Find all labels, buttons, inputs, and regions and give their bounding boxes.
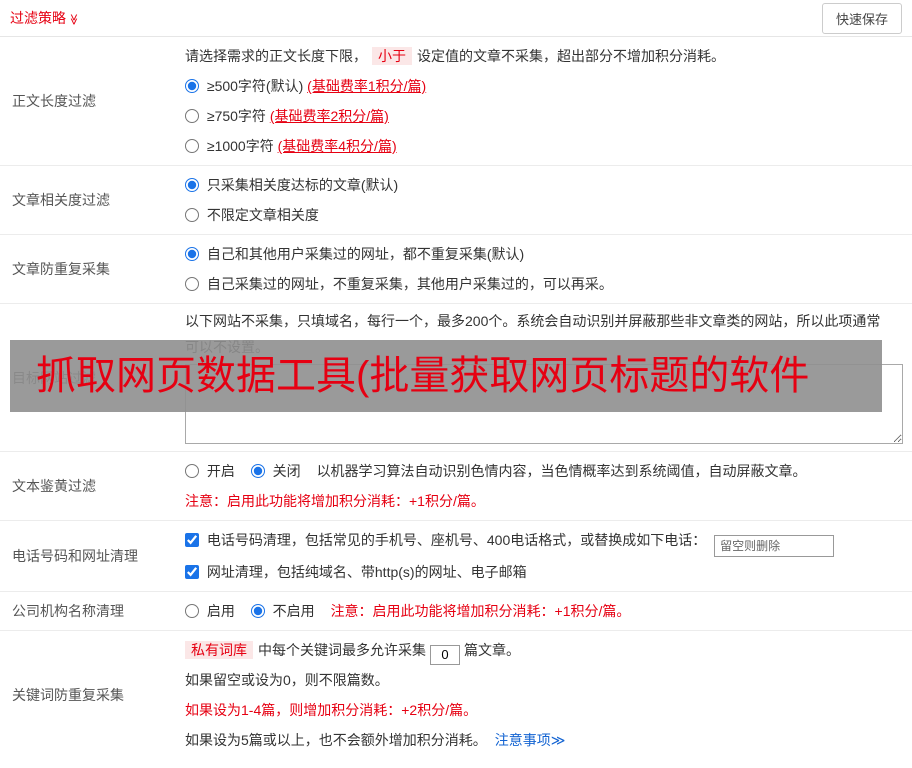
row-content-length-filter: 正文长度过滤 请选择需求的正文长度下限， 小于 设定值的文章不采集，超出部分不增加积… <box>0 37 912 166</box>
max-articles-input[interactable] <box>430 644 460 665</box>
row-label-company-cleanup: 公司机构名称清理 <box>12 603 124 619</box>
keyword-limit-line2: 如果留空或设为0，则不限篇数。 <box>185 672 389 688</box>
row-phone-url-cleanup: 电话号码和网址清理 电话号码清理，包括常见的手机号、座机号、400电话格式，或替… <box>0 521 912 592</box>
watermark-overlay: 抓取网页数据工具(批量获取网页标题的软件 <box>10 340 882 412</box>
checkbox-phone-cleanup-label: 电话号码清理，包括常见的手机号、座机号、400电话格式，或替换成如下电话： <box>206 532 707 548</box>
keyword-limit-post-text: 篇文章。 <box>464 642 520 658</box>
radio-option-dedup-all-users[interactable]: 自己和其他用户采集过的网址，都不重复采集(默认) <box>185 239 904 269</box>
row-label-relevance: 文章相关度过滤 <box>12 192 110 208</box>
porn-filter-description: 以机器学习算法自动识别色情内容，当色情概率达到系统阈值，自动屏蔽文章。 <box>316 463 807 479</box>
checkbox-option-url-cleanup[interactable]: 网址清理，包括纯域名、带http(s)的网址、电子邮箱 <box>185 557 904 587</box>
radio-company-off-label: 不启用 <box>272 603 315 619</box>
row-label-keyword-limit: 关键词防重复采集 <box>12 687 124 703</box>
radio-dedup-self-only-label: 自己采集过的网址，不重复采集，其他用户采集过的，可以再采。 <box>206 276 613 292</box>
radio-1000-fee-note: (基础费率4积分/篇) <box>277 138 397 154</box>
radio-750-chars[interactable] <box>185 109 199 123</box>
row-company-cleanup: 公司机构名称清理 启用 不启用 注意：启用此功能将增加积分消耗：+1积分/篇。 <box>0 592 912 631</box>
page-title-text: 过滤策略 <box>10 10 66 26</box>
radio-dedup-all-users[interactable] <box>185 247 199 261</box>
keyword-limit-line3: 如果设为1-4篇，则增加积分消耗：+2积分/篇。 <box>185 702 478 718</box>
radio-relevance-any-label: 不限定文章相关度 <box>206 207 319 223</box>
radio-porn-on[interactable] <box>185 464 199 478</box>
checkbox-url-cleanup-label: 网址清理，包括纯域名、带http(s)的网址、电子邮箱 <box>206 564 527 580</box>
radio-750-fee-note: (基础费率2积分/篇) <box>269 108 389 124</box>
radio-750-label: ≥750字符 <box>206 108 270 124</box>
row-label-dedup: 文章防重复采集 <box>12 261 110 277</box>
chevron-down-icon: ≫ <box>67 13 80 26</box>
content-length-intro: 请选择需求的正文长度下限， 小于 设定值的文章不采集，超出部分不增加积分消耗。 <box>185 41 904 71</box>
radio-dedup-all-users-label: 自己和其他用户采集过的网址，都不重复采集(默认) <box>206 246 525 262</box>
radio-option-500-chars[interactable]: ≥500字符(默认) (基础费率1积分/篇) <box>185 71 904 101</box>
checkbox-option-phone-cleanup[interactable]: 电话号码清理，包括常见的手机号、座机号、400电话格式，或替换成如下电话： <box>185 525 904 557</box>
radio-option-relevance-strict[interactable]: 只采集相关度达标的文章(默认) <box>185 170 904 200</box>
porn-filter-cost-note: 注意：启用此功能将增加积分消耗：+1积分/篇。 <box>185 493 485 509</box>
radio-porn-off-label: 关闭 <box>272 463 301 479</box>
radio-porn-off[interactable] <box>250 464 265 478</box>
intro-post-text: 设定值的文章不采集，超出部分不增加积分消耗。 <box>417 48 725 64</box>
radio-relevance-strict[interactable] <box>185 178 199 192</box>
row-label-porn-filter: 文本鉴黄过滤 <box>12 478 96 494</box>
row-porn-filter: 文本鉴黄过滤 开启 关闭 以机器学习算法自动识别色情内容，当色情概率达到系统阈值… <box>0 452 912 521</box>
row-keyword-limit: 关键词防重复采集 私有词库中每个关键词最多允许采集 篇文章。 如果留空或设为0，则… <box>0 631 912 759</box>
radio-company-on[interactable] <box>185 604 199 618</box>
keyword-limit-line1: 私有词库中每个关键词最多允许采集 篇文章。 <box>185 635 904 665</box>
radio-1000-label: ≥1000字符 <box>206 138 278 154</box>
radio-option-relevance-any[interactable]: 不限定文章相关度 <box>185 200 904 230</box>
private-thesaurus-tag: 私有词库 <box>185 641 253 659</box>
less-than-highlight: 小于 <box>372 47 412 65</box>
radio-relevance-strict-label: 只采集相关度达标的文章(默认) <box>206 177 399 193</box>
checkbox-phone-cleanup[interactable] <box>185 533 199 547</box>
quick-save-button[interactable]: 快速保存 <box>821 2 902 34</box>
header: 过滤策略≫ 快速保存 <box>0 0 912 37</box>
replacement-phone-input[interactable] <box>714 535 835 557</box>
radio-option-company-on[interactable]: 启用 <box>185 603 239 619</box>
keyword-limit-line4-text: 如果设为5篇或以上，也不会额外增加积分消耗。 <box>185 732 487 748</box>
radio-company-on-label: 启用 <box>206 603 235 619</box>
row-relevance-filter: 文章相关度过滤 只采集相关度达标的文章(默认) 不限定文章相关度 <box>0 166 912 235</box>
row-label-content-length: 正文长度过滤 <box>12 93 96 109</box>
radio-company-off[interactable] <box>250 604 265 618</box>
radio-relevance-any[interactable] <box>185 208 199 222</box>
radio-option-750-chars[interactable]: ≥750字符 (基础费率2积分/篇) <box>185 101 904 131</box>
row-label-phone-url: 电话号码和网址清理 <box>12 548 138 564</box>
intro-pre-text: 请选择需求的正文长度下限， <box>185 48 367 64</box>
page-title[interactable]: 过滤策略≫ <box>10 8 80 28</box>
checkbox-url-cleanup[interactable] <box>185 565 199 579</box>
radio-1000-chars[interactable] <box>185 139 199 153</box>
radio-option-company-off[interactable]: 不启用 <box>250 603 319 619</box>
keyword-limit-mid-text: 中每个关键词最多允许采集 <box>258 642 426 658</box>
company-cleanup-cost-note: 注意：启用此功能将增加积分消耗：+1积分/篇。 <box>330 603 631 619</box>
keyword-limit-line4: 如果设为5篇或以上，也不会额外增加积分消耗。 注意事项≫ <box>185 725 904 755</box>
radio-option-porn-off[interactable]: 关闭 <box>250 463 305 479</box>
radio-option-porn-on[interactable]: 开启 <box>185 463 239 479</box>
notice-link[interactable]: 注意事项≫ <box>495 732 566 748</box>
radio-500-fee-note: (基础费率1积分/篇) <box>307 78 427 94</box>
radio-500-label: ≥500字符(默认) <box>206 78 308 94</box>
radio-option-1000-chars[interactable]: ≥1000字符 (基础费率4积分/篇) <box>185 131 904 161</box>
radio-dedup-self-only[interactable] <box>185 277 199 291</box>
radio-porn-on-label: 开启 <box>206 463 235 479</box>
radio-option-dedup-self-only[interactable]: 自己采集过的网址，不重复采集，其他用户采集过的，可以再采。 <box>185 269 904 299</box>
radio-500-chars[interactable] <box>185 79 199 93</box>
row-dedup-collection: 文章防重复采集 自己和其他用户采集过的网址，都不重复采集(默认) 自己采集过的网… <box>0 235 912 304</box>
